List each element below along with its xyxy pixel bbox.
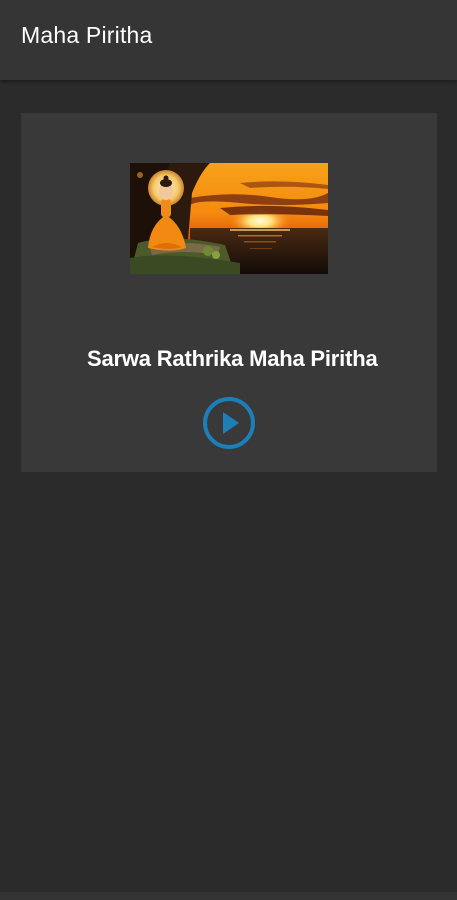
- app-bar: Maha Piritha: [0, 0, 457, 80]
- play-icon[interactable]: [202, 396, 256, 450]
- app-title: Maha Piritha: [21, 22, 153, 48]
- play-button[interactable]: [202, 396, 256, 450]
- track-thumbnail: [130, 163, 328, 274]
- track-card: Sarwa Rathrika Maha Piritha: [21, 113, 437, 472]
- bottom-edge: [0, 892, 457, 900]
- track-title[interactable]: Sarwa Rathrika Maha Piritha: [87, 346, 378, 372]
